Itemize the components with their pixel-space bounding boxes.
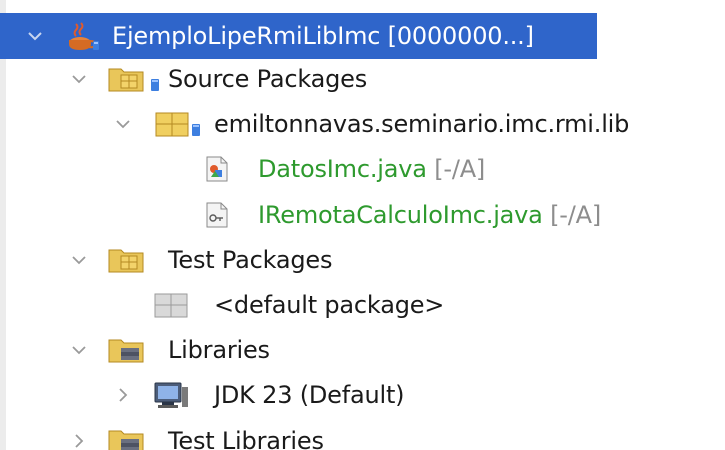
tree-node-source-packages[interactable]: Source Packages: [0, 56, 725, 102]
vcs-status: [-/A]: [550, 201, 602, 229]
java-project-icon: [69, 22, 99, 50]
test-libraries-label: Test Libraries: [168, 427, 324, 450]
file-name: DatosImc.java: [258, 155, 427, 183]
libraries-label: Libraries: [168, 336, 270, 364]
chevron-down-icon[interactable]: [68, 249, 90, 271]
chevron-right-icon[interactable]: [112, 384, 134, 406]
package-icon: [155, 112, 200, 137]
file-label: IRemotaCalculoImc.java [-/A]: [258, 192, 601, 238]
tree-node-default-package[interactable]: <default package>: [0, 282, 725, 328]
jdk-label: JDK 23 (Default): [214, 381, 405, 409]
test-folder-icon: [108, 249, 144, 273]
file-label: DatosImc.java [-/A]: [258, 146, 485, 192]
empty-package-icon: [154, 293, 188, 318]
tree-node-test-packages[interactable]: Test Packages: [0, 237, 725, 283]
tree-node-test-libraries[interactable]: Test Libraries: [0, 418, 725, 450]
chevron-down-icon[interactable]: [68, 68, 90, 90]
default-package-label: <default package>: [214, 291, 445, 319]
project-label: EjemploLipeRmiLibImc [0000000...]: [112, 22, 534, 50]
tree-node-package[interactable]: emiltonnavas.seminario.imc.rmi.lib: [0, 101, 725, 147]
file-name: IRemotaCalculoImc.java: [258, 201, 543, 229]
vcs-status: [-/A]: [434, 155, 486, 183]
package-label: emiltonnavas.seminario.imc.rmi.lib: [214, 110, 630, 138]
test-libraries-folder-icon: [108, 430, 144, 450]
tree-node-file[interactable]: DatosImc.java [-/A]: [0, 146, 725, 192]
chevron-down-icon[interactable]: [24, 25, 46, 47]
java-class-icon: [206, 156, 228, 182]
project-tree: EjemploLipeRmiLibImc [0000000...] Source…: [0, 0, 725, 450]
source-packages-label: Source Packages: [168, 65, 368, 93]
test-packages-label: Test Packages: [168, 246, 333, 274]
chevron-down-icon[interactable]: [68, 339, 90, 361]
chevron-down-icon[interactable]: [112, 113, 134, 135]
java-interface-icon: [206, 202, 228, 228]
source-folder-icon: [108, 68, 159, 92]
jdk-icon: [154, 382, 188, 408]
tree-node-jdk[interactable]: JDK 23 (Default): [0, 372, 725, 418]
tree-node-project[interactable]: EjemploLipeRmiLibImc [0000000...]: [0, 13, 725, 59]
tree-node-file[interactable]: IRemotaCalculoImc.java [-/A]: [0, 192, 725, 238]
chevron-right-icon[interactable]: [68, 430, 90, 450]
tree-node-libraries[interactable]: Libraries: [0, 327, 725, 373]
libraries-folder-icon: [108, 339, 144, 363]
